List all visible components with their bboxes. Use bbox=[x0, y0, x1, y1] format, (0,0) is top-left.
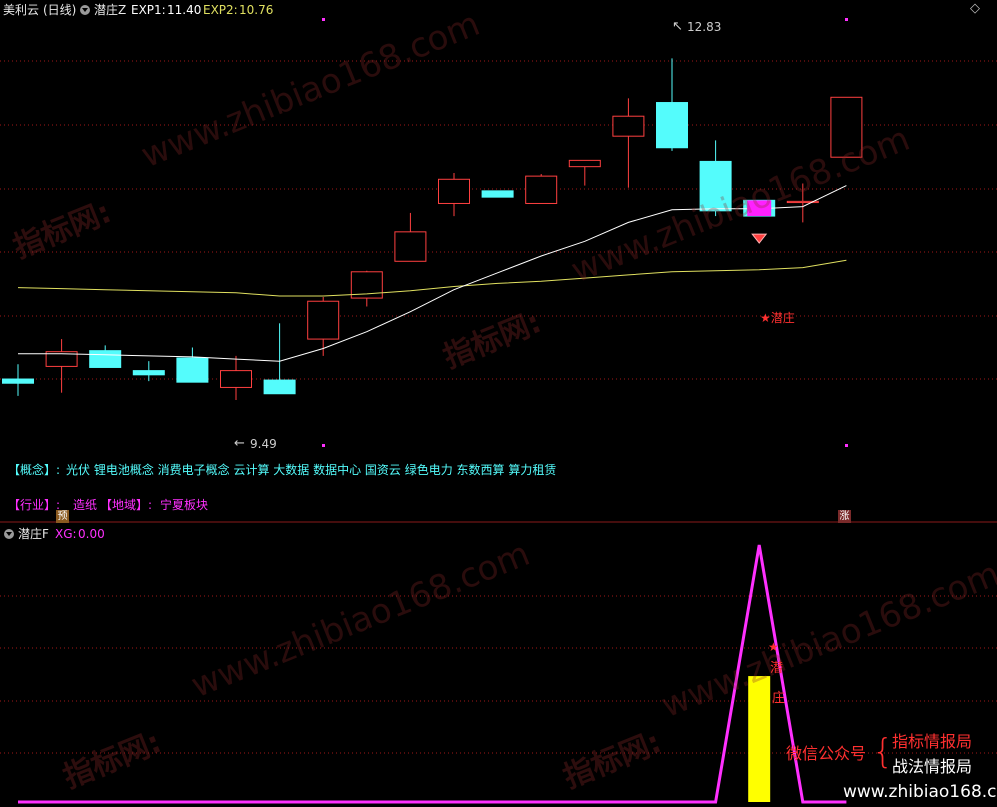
exp2-label: EXP2: bbox=[203, 3, 238, 17]
candle-body bbox=[830, 96, 863, 158]
diamond-icon bbox=[751, 233, 768, 244]
xg-label: XG: bbox=[55, 527, 77, 541]
region-label: 【地域】: bbox=[100, 498, 153, 512]
sub-indicator-menu-icon[interactable] bbox=[4, 529, 14, 539]
candle-body bbox=[438, 178, 470, 204]
sub-indicator-layer bbox=[18, 544, 847, 804]
sub-bar bbox=[748, 676, 771, 802]
candle-body bbox=[481, 190, 514, 198]
signal-label: ★潜庄 bbox=[760, 311, 795, 325]
candle-body bbox=[220, 370, 252, 388]
candle bbox=[89, 345, 122, 368]
candle bbox=[699, 140, 732, 217]
sub-signal-char1: 潜 bbox=[770, 661, 784, 676]
high-arrow-icon: ↖ bbox=[672, 19, 683, 34]
candle bbox=[176, 347, 209, 383]
ma-line-layer bbox=[17, 185, 847, 362]
candle-body bbox=[307, 300, 340, 340]
candle-body bbox=[699, 160, 732, 212]
candle bbox=[307, 297, 340, 356]
low-arrow-icon: ← bbox=[234, 436, 245, 451]
candle bbox=[350, 270, 383, 307]
period-label: (日线) bbox=[43, 3, 77, 17]
sub-indicator-name: 潜庄F bbox=[18, 527, 49, 541]
stock-name: 美利云 bbox=[3, 3, 40, 17]
exp2-line bbox=[17, 259, 847, 297]
wechat-label: 微信公众号 bbox=[786, 744, 867, 763]
candle-body bbox=[263, 379, 296, 395]
candle-body bbox=[612, 115, 645, 137]
corner-marker bbox=[322, 18, 325, 21]
indicator-name: 潜庄Z bbox=[94, 3, 127, 17]
candle-body bbox=[568, 159, 601, 168]
high-price-label: 12.83 bbox=[687, 20, 722, 34]
sub-signal-char2: 庄 bbox=[772, 691, 786, 706]
candle bbox=[2, 364, 34, 396]
candle-body bbox=[2, 378, 34, 384]
sub-signal-line bbox=[18, 544, 847, 804]
industry-label: 【行业】: bbox=[8, 498, 61, 512]
candle bbox=[656, 58, 688, 151]
concept-list: 光伏 锂电池概念 消费电子概念 云计算 大数据 数据中心 国资云 绿色电力 东数… bbox=[66, 463, 557, 477]
exp2-value: 10.76 bbox=[239, 3, 274, 17]
sub-signal-star-icon: ★ bbox=[768, 640, 779, 654]
expand-icon[interactable]: ◇ bbox=[970, 2, 980, 16]
candle bbox=[394, 212, 427, 262]
candle bbox=[786, 183, 819, 223]
xg-value: 0.00 bbox=[78, 527, 105, 541]
candle bbox=[132, 361, 165, 382]
region-value: 宁夏板块 bbox=[160, 498, 209, 512]
exp1-value: 11.40 bbox=[167, 3, 202, 17]
chart-stage: 指标网: www.zhibiao168.com 指标网: www.zhibiao… bbox=[0, 0, 997, 807]
candle-body bbox=[525, 175, 558, 204]
candle bbox=[438, 172, 470, 217]
candle-body bbox=[132, 370, 165, 376]
exp1-line bbox=[18, 185, 847, 362]
candle bbox=[45, 339, 78, 393]
chart-canvas[interactable] bbox=[0, 0, 997, 807]
badge-pre: 预 bbox=[56, 510, 69, 523]
candle bbox=[525, 174, 558, 204]
promo-line1: 指标情报局 bbox=[892, 732, 973, 751]
candle bbox=[568, 159, 601, 186]
candle-body bbox=[394, 231, 427, 262]
promo-line2: 战法情报局 bbox=[892, 757, 973, 776]
grid-layer bbox=[0, 60, 997, 754]
low-price-label: 9.49 bbox=[250, 437, 277, 451]
candle bbox=[220, 355, 252, 401]
brace-icon: { bbox=[872, 732, 894, 772]
candle-body bbox=[656, 102, 688, 149]
candle-layer bbox=[2, 58, 863, 401]
industry-value: 造纸 bbox=[73, 498, 98, 512]
exp1-label: EXP1: bbox=[131, 3, 166, 17]
candle bbox=[830, 96, 863, 158]
corner-marker bbox=[845, 444, 848, 447]
corner-marker bbox=[322, 444, 325, 447]
candle bbox=[481, 190, 514, 198]
signal-candle-highlight bbox=[747, 200, 772, 217]
candle bbox=[612, 98, 645, 188]
indicator-menu-icon[interactable] bbox=[80, 5, 90, 15]
candle-body bbox=[176, 357, 209, 383]
candle-body bbox=[89, 350, 122, 368]
corner-marker bbox=[845, 18, 848, 21]
badge-rise: 涨 bbox=[838, 510, 851, 523]
concept-label: 【概念】: bbox=[8, 463, 61, 477]
footer-url: www.zhibiao168.com bbox=[843, 782, 997, 802]
